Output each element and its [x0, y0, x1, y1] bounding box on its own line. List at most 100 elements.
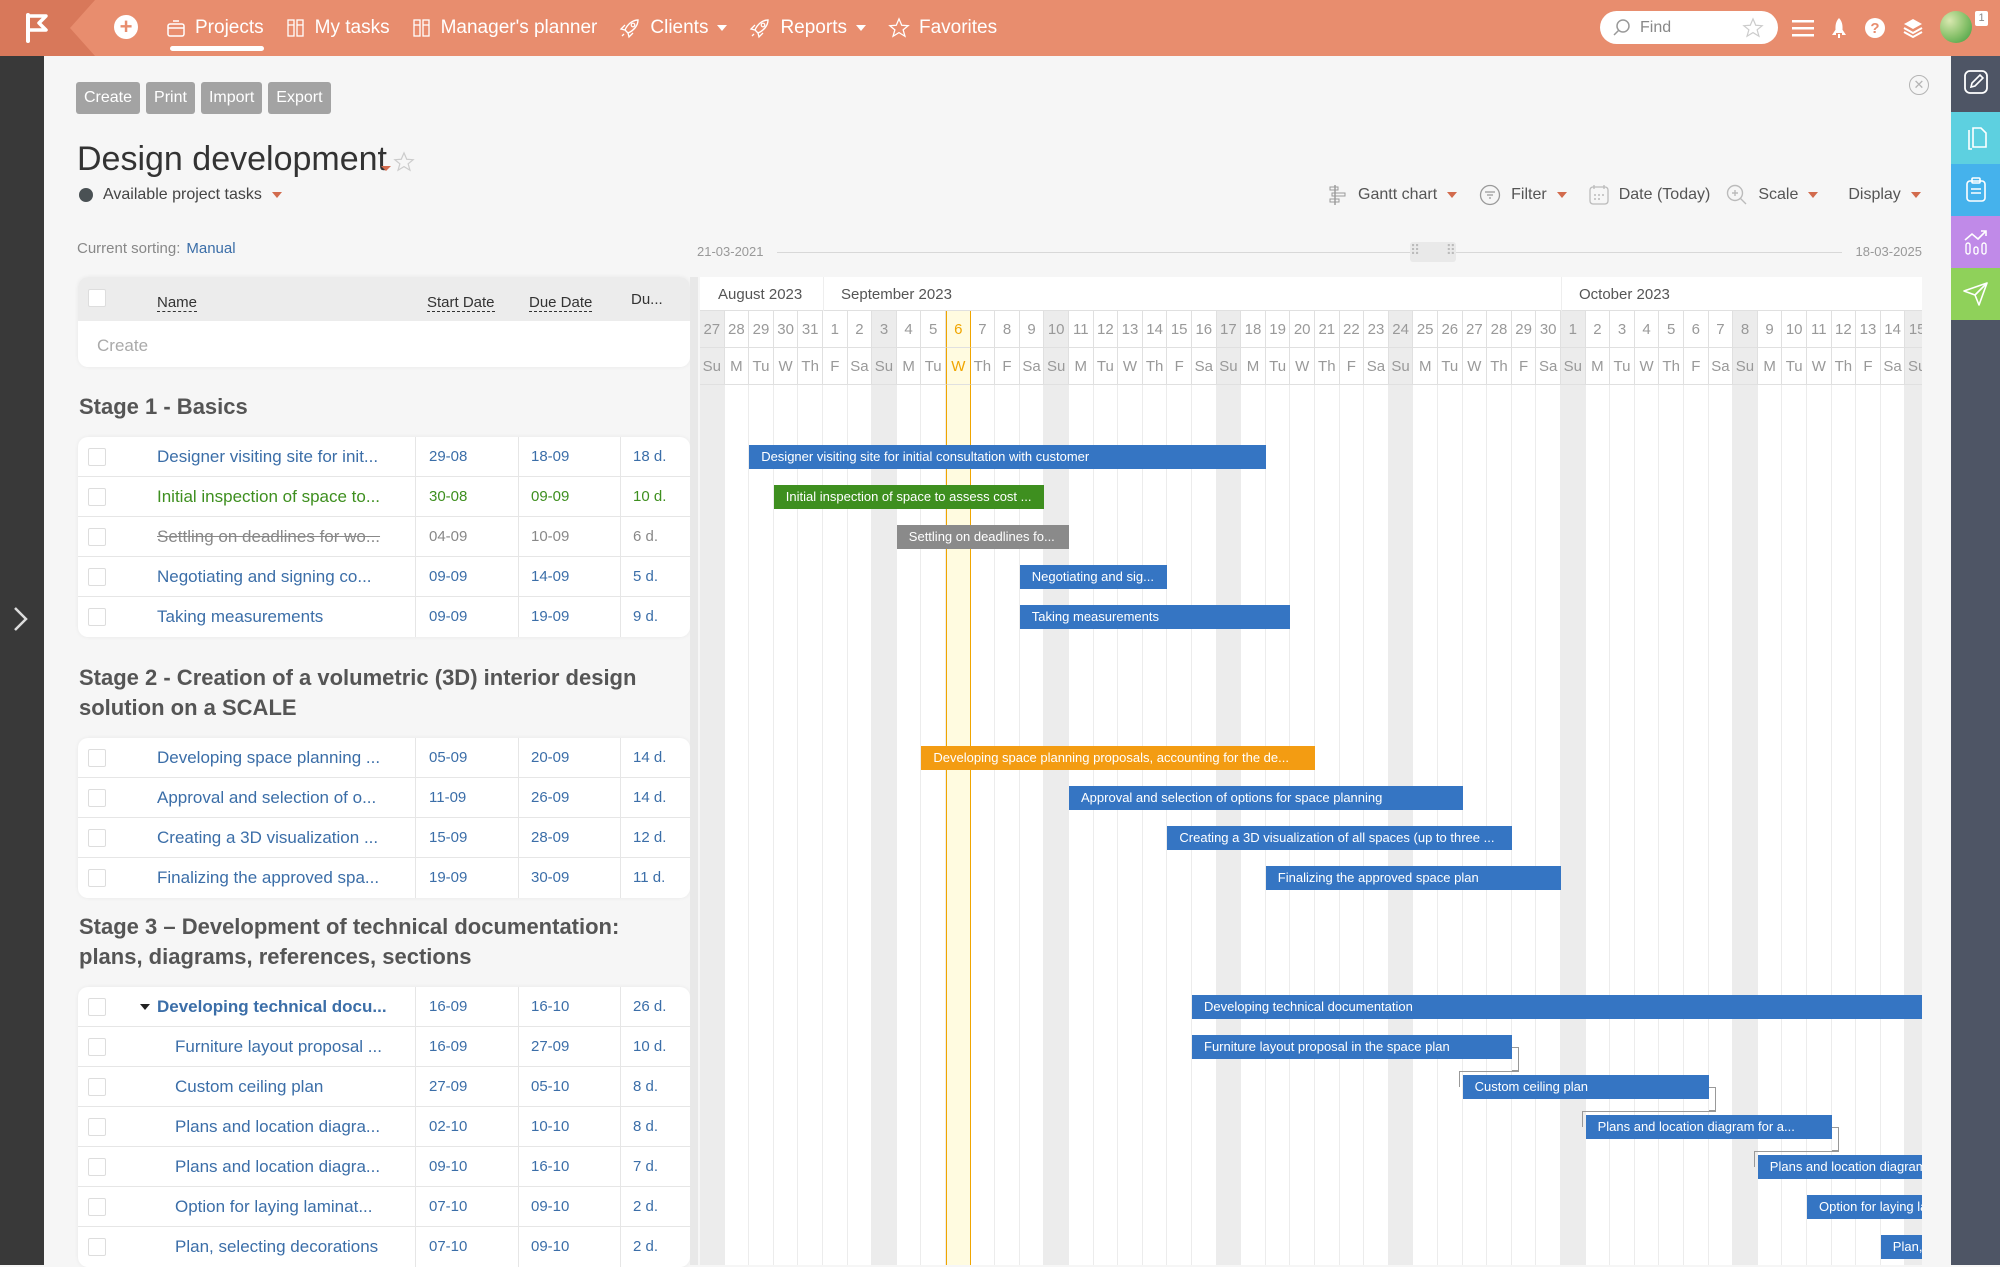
task-checkbox[interactable] — [88, 1158, 106, 1176]
task-name-link[interactable]: Furniture layout proposal ... — [175, 1037, 407, 1057]
gantt-task-bar[interactable]: Option for laying laminate — [1807, 1195, 1922, 1219]
column-due-date[interactable]: Due Date — [529, 294, 593, 312]
task-name-link[interactable]: Negotiating and signing co... — [157, 567, 407, 587]
task-name-link[interactable]: Finalizing the approved spa... — [157, 868, 407, 888]
task-name-link[interactable]: Settling on deadlines for wo... — [157, 527, 407, 547]
task-row[interactable]: Initial inspection of space to... 30-08 09… — [78, 477, 690, 517]
task-row[interactable]: Custom ceiling plan 27-09 05-10 8 d. — [78, 1067, 690, 1107]
menu-icon[interactable] — [1792, 19, 1814, 37]
task-row[interactable]: Taking measurements 09-09 19-09 9 d. — [78, 597, 690, 637]
gantt-task-bar[interactable]: Negotiating and sig... — [1019, 565, 1168, 589]
gantt-task-bar[interactable]: Taking measurements — [1019, 605, 1291, 629]
task-name-link[interactable]: Plans and location diagra... — [175, 1117, 407, 1137]
nav-projects[interactable]: Projects — [166, 0, 264, 56]
task-checkbox[interactable] — [88, 998, 106, 1016]
gantt-task-bar[interactable]: Initial inspection of space to assess co… — [773, 485, 1045, 509]
clipboard-button[interactable] — [1951, 164, 2000, 216]
panel-splitter[interactable] — [690, 277, 698, 1265]
analytics-button[interactable] — [1951, 216, 2000, 268]
column-start-date[interactable]: Start Date — [427, 294, 495, 312]
task-name-link[interactable]: Approval and selection of o... — [157, 788, 407, 808]
help-icon[interactable]: ? — [1864, 17, 1886, 39]
logo[interactable] — [0, 0, 95, 56]
task-row[interactable]: Plans and location diagra... 09-10 16-10 7 … — [78, 1147, 690, 1187]
title-dropdown-caret-icon[interactable] — [381, 166, 391, 171]
edit-button[interactable] — [1951, 56, 2000, 108]
task-name-link[interactable]: Plan, selecting decorations — [175, 1237, 407, 1257]
nav-clients[interactable]: Clients — [619, 0, 728, 56]
task-name-link[interactable]: Initial inspection of space to... — [157, 487, 407, 507]
task-name-link[interactable]: Developing space planning ... — [157, 748, 407, 768]
export-button[interactable]: Export — [268, 82, 331, 114]
task-checkbox[interactable] — [88, 448, 106, 466]
select-all-checkbox[interactable] — [88, 289, 106, 307]
range-handle[interactable] — [1410, 242, 1456, 262]
nav-my-tasks[interactable]: My tasks — [286, 0, 390, 56]
task-name-link[interactable]: Custom ceiling plan — [175, 1077, 407, 1097]
task-checkbox[interactable] — [88, 1118, 106, 1136]
task-checkbox[interactable] — [88, 608, 106, 626]
task-row[interactable]: Negotiating and signing co... 09-09 14-09 5… — [78, 557, 690, 597]
rocket-icon[interactable] — [1830, 17, 1848, 39]
filter-dropdown[interactable]: Filter — [1479, 184, 1567, 206]
column-name[interactable]: Name — [157, 294, 198, 312]
print-button[interactable]: Print — [146, 82, 195, 114]
user-avatar[interactable] — [1940, 11, 1972, 43]
task-checkbox[interactable] — [88, 1078, 106, 1096]
task-row[interactable]: Plans and location diagra... 02-10 10-10 8 … — [78, 1107, 690, 1147]
task-checkbox[interactable] — [88, 749, 106, 767]
scale-dropdown[interactable]: Scale — [1726, 184, 1819, 206]
create-button[interactable]: Create — [76, 82, 141, 114]
gantt-task-bar[interactable]: Approval and selection of options for sp… — [1069, 786, 1463, 810]
task-row[interactable]: Plan, selecting decorations 07-10 09-10 2 d… — [78, 1227, 690, 1267]
task-name-link[interactable]: Taking measurements — [157, 607, 407, 627]
task-row[interactable]: Developing space planning ... 05-09 20-09 1… — [78, 738, 690, 778]
task-name-link[interactable]: Creating a 3D visualization ... — [157, 828, 407, 848]
date-today-button[interactable]: Date (Today) — [1589, 184, 1710, 206]
task-checkbox[interactable] — [88, 829, 106, 847]
task-name-link[interactable]: Option for laying laminat... — [175, 1197, 407, 1217]
gantt-task-bar[interactable]: Settling on deadlines fo... — [896, 525, 1069, 549]
task-filter-selector[interactable]: Available project tasks — [79, 186, 282, 204]
task-checkbox[interactable] — [88, 789, 106, 807]
task-checkbox[interactable] — [88, 1038, 106, 1056]
sorting-value-link[interactable]: Manual — [186, 240, 235, 257]
gantt-task-bar[interactable]: Creating a 3D visualization of all space… — [1167, 826, 1512, 850]
task-name-link[interactable]: Developing technical docu... — [157, 997, 407, 1017]
expand-chevron-icon[interactable] — [11, 604, 31, 634]
gantt-chart-dropdown[interactable]: Gantt chart — [1328, 184, 1458, 206]
task-checkbox[interactable] — [88, 528, 106, 546]
task-row[interactable]: Option for laying laminat... 07-10 09-10 2 … — [78, 1187, 690, 1227]
column-duration[interactable]: Du... — [631, 291, 663, 308]
gantt-task-bar[interactable]: Finalizing the approved space plan — [1265, 866, 1561, 890]
close-icon[interactable]: ✕ — [1909, 75, 1929, 95]
task-row[interactable]: Furniture layout proposal ... 16-09 27-09 1… — [78, 1027, 690, 1067]
range-track[interactable] — [777, 252, 1842, 253]
gantt-task-bar[interactable]: Furniture layout proposal in the space p… — [1192, 1035, 1512, 1059]
task-row[interactable]: Creating a 3D visualization ... 15-09 28-0… — [78, 818, 690, 858]
display-dropdown[interactable]: Display — [1848, 186, 1921, 204]
search-input[interactable]: Find — [1600, 11, 1778, 44]
nav-manager-s-planner[interactable]: Manager's planner — [412, 0, 597, 56]
task-checkbox[interactable] — [88, 568, 106, 586]
task-row[interactable]: Approval and selection of o... 11-09 26-09… — [78, 778, 690, 818]
gantt-task-bar[interactable]: Developing technical documentation — [1192, 995, 1922, 1019]
create-task-input[interactable]: Create — [97, 336, 148, 356]
task-checkbox[interactable] — [88, 869, 106, 887]
collapse-triangle-icon[interactable] — [140, 1004, 150, 1010]
gantt-task-bar[interactable]: Developing space planning proposals, acc… — [921, 746, 1315, 770]
favorite-project-star-icon[interactable] — [393, 151, 415, 173]
task-row[interactable]: Finalizing the approved spa... 19-09 30-09… — [78, 858, 690, 898]
gantt-task-bar[interactable]: Plan, selecting decorations — [1880, 1235, 1922, 1259]
task-name-link[interactable]: Plans and location diagra... — [175, 1157, 407, 1177]
task-row[interactable]: Developing technical docu... 16-09 16-10 26… — [78, 987, 690, 1027]
nav-favorites[interactable]: Favorites — [888, 0, 997, 56]
add-new-button[interactable]: + — [114, 15, 138, 39]
task-checkbox[interactable] — [88, 1238, 106, 1256]
nav-reports[interactable]: Reports — [749, 0, 866, 56]
favorite-star-icon[interactable] — [1742, 17, 1764, 39]
task-checkbox[interactable] — [88, 1198, 106, 1216]
task-row[interactable]: Designer visiting site for init... 29-08 1… — [78, 437, 690, 477]
layers-icon[interactable] — [1902, 17, 1924, 39]
task-name-link[interactable]: Designer visiting site for init... — [157, 447, 407, 467]
